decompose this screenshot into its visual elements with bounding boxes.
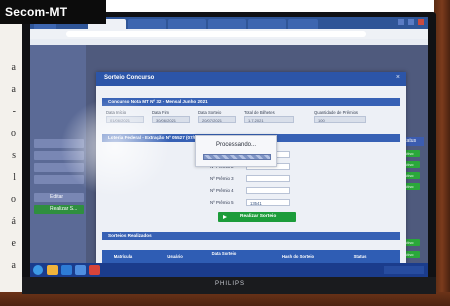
page-letter: a [11, 84, 16, 95]
numero-premio-label: Nº Prêmio 3 [210, 176, 234, 181]
browser-tab[interactable] [168, 19, 206, 29]
data-inicio-value: 01/06/2021 [110, 118, 131, 123]
minimize-icon[interactable] [398, 19, 404, 25]
resultados-section-header: Sorteios Realizados [102, 232, 400, 240]
total-bilhetes-value: 1.7.2021 [248, 118, 264, 123]
monitor-screen: NAVEGAÇÃO NO PORTAL AUDIT Editar Realiza… [30, 17, 428, 277]
sidebar-row[interactable] [34, 175, 84, 184]
concurso-section-header: Concurso Nota MT Nº 32 - Mensal Junho 20… [102, 98, 400, 106]
browser-tab[interactable] [208, 19, 246, 29]
sidebar-row[interactable] [34, 151, 84, 160]
numero-premio-field[interactable] [246, 175, 290, 182]
photo-scene: a a - o s l o á e a PHILIPS NAVEGAÇÃO NO… [0, 0, 450, 306]
close-icon[interactable] [418, 19, 424, 25]
numero-premio-label: Nº Prêmio 5 [210, 200, 234, 205]
data-sorteio-field: 20/07/2021 [198, 116, 236, 123]
numero-premio-field[interactable]: 13541 [246, 199, 290, 206]
app-icon[interactable] [75, 265, 86, 275]
sidebar-row[interactable] [34, 163, 84, 172]
col-hash: Hash do Sorteio [281, 254, 315, 259]
maximize-icon[interactable] [408, 19, 414, 25]
quantidade-premios-value: 100 [318, 118, 325, 123]
processing-dialog: Processando... [195, 135, 277, 167]
processing-progress-bar [203, 154, 271, 160]
numero-premio-label: Nº Prêmio 4 [210, 188, 234, 193]
start-button-icon[interactable] [33, 265, 43, 275]
quantidade-premios-label: Quantidade de Prêmios [314, 110, 358, 115]
data-inicio-label: Data Início [106, 110, 127, 115]
sidebar-item-label: Editar [50, 194, 64, 200]
page-letter: a [11, 62, 16, 73]
folder-icon[interactable] [47, 265, 58, 275]
page-letter: l [13, 172, 16, 183]
page-letter: á [11, 216, 16, 227]
wood-frame-right [434, 0, 450, 306]
close-icon[interactable]: × [396, 74, 400, 81]
browser-tab[interactable] [128, 19, 166, 29]
page-letter: o [11, 194, 16, 205]
browser-tab[interactable] [288, 19, 318, 29]
numero-premio-value: 13541 [250, 201, 262, 206]
wood-frame-bottom [0, 292, 450, 306]
data-fim-value: 30/06/2021 [156, 118, 177, 123]
chrome-icon[interactable] [89, 265, 100, 275]
modal-title: Sorteio Concurso [104, 75, 155, 81]
col-data-sorteio: Data Sorteio [211, 251, 237, 256]
watermark-badge: Secom-MT [0, 0, 106, 24]
data-sorteio-label: Data Sorteio [198, 110, 222, 115]
system-tray [384, 266, 424, 274]
processing-text: Processando... [216, 142, 257, 148]
ie-icon[interactable] [61, 265, 72, 275]
address-bar[interactable] [66, 31, 366, 37]
page-letter: s [12, 150, 16, 161]
page-letter: a [11, 260, 16, 271]
page-letter: e [11, 238, 16, 249]
monitor-brand: PHILIPS [214, 281, 245, 287]
data-fim-field: 30/06/2021 [152, 116, 190, 123]
data-sorteio-value: 20/07/2021 [202, 118, 223, 123]
page-letter: o [11, 128, 16, 139]
realizar-sorteio-label: Realizar Sorteio [240, 214, 277, 219]
resultados-section-title: Sorteios Realizados [108, 233, 152, 238]
col-matricula: Matrícula [113, 254, 133, 259]
sidebar-row[interactable] [34, 139, 84, 148]
sidebar-item-label: Realizar S... [50, 206, 78, 212]
sidebar-item-realizar[interactable]: Realizar S... [34, 205, 84, 214]
numero-premio-field[interactable] [246, 187, 290, 194]
sidebar-item-editar[interactable]: Editar [34, 193, 84, 202]
col-usuario: Usuário [167, 254, 183, 259]
concurso-section-title: Concurso Nota MT Nº 32 - Mensal Junho 20… [108, 99, 208, 104]
data-inicio-field: 01/06/2021 [106, 116, 144, 123]
page-letter: - [12, 106, 16, 117]
watermark-text: Secom-MT [5, 5, 68, 19]
play-icon [223, 215, 227, 219]
windows-taskbar [30, 263, 428, 277]
data-fim-label: Data Fim [152, 110, 169, 115]
total-bilhetes-label: Total de Bilhetes [244, 110, 275, 115]
total-bilhetes-field: 1.7.2021 [244, 116, 294, 123]
browser-tab[interactable] [248, 19, 286, 29]
col-status: Status [353, 254, 367, 259]
realizar-sorteio-button[interactable]: Realizar Sorteio [218, 212, 296, 222]
page-sidebar: Editar Realizar S... [30, 45, 86, 263]
modal-header: Sorteio Concurso × [96, 72, 406, 86]
sorteio-modal: Sorteio Concurso × Concurso Nota MT Nº 3… [96, 72, 406, 273]
quantidade-premios-field: 100 [314, 116, 366, 123]
resultados-table-header: Matrícula Usuário Data Sorteio Hash do S… [102, 250, 400, 263]
